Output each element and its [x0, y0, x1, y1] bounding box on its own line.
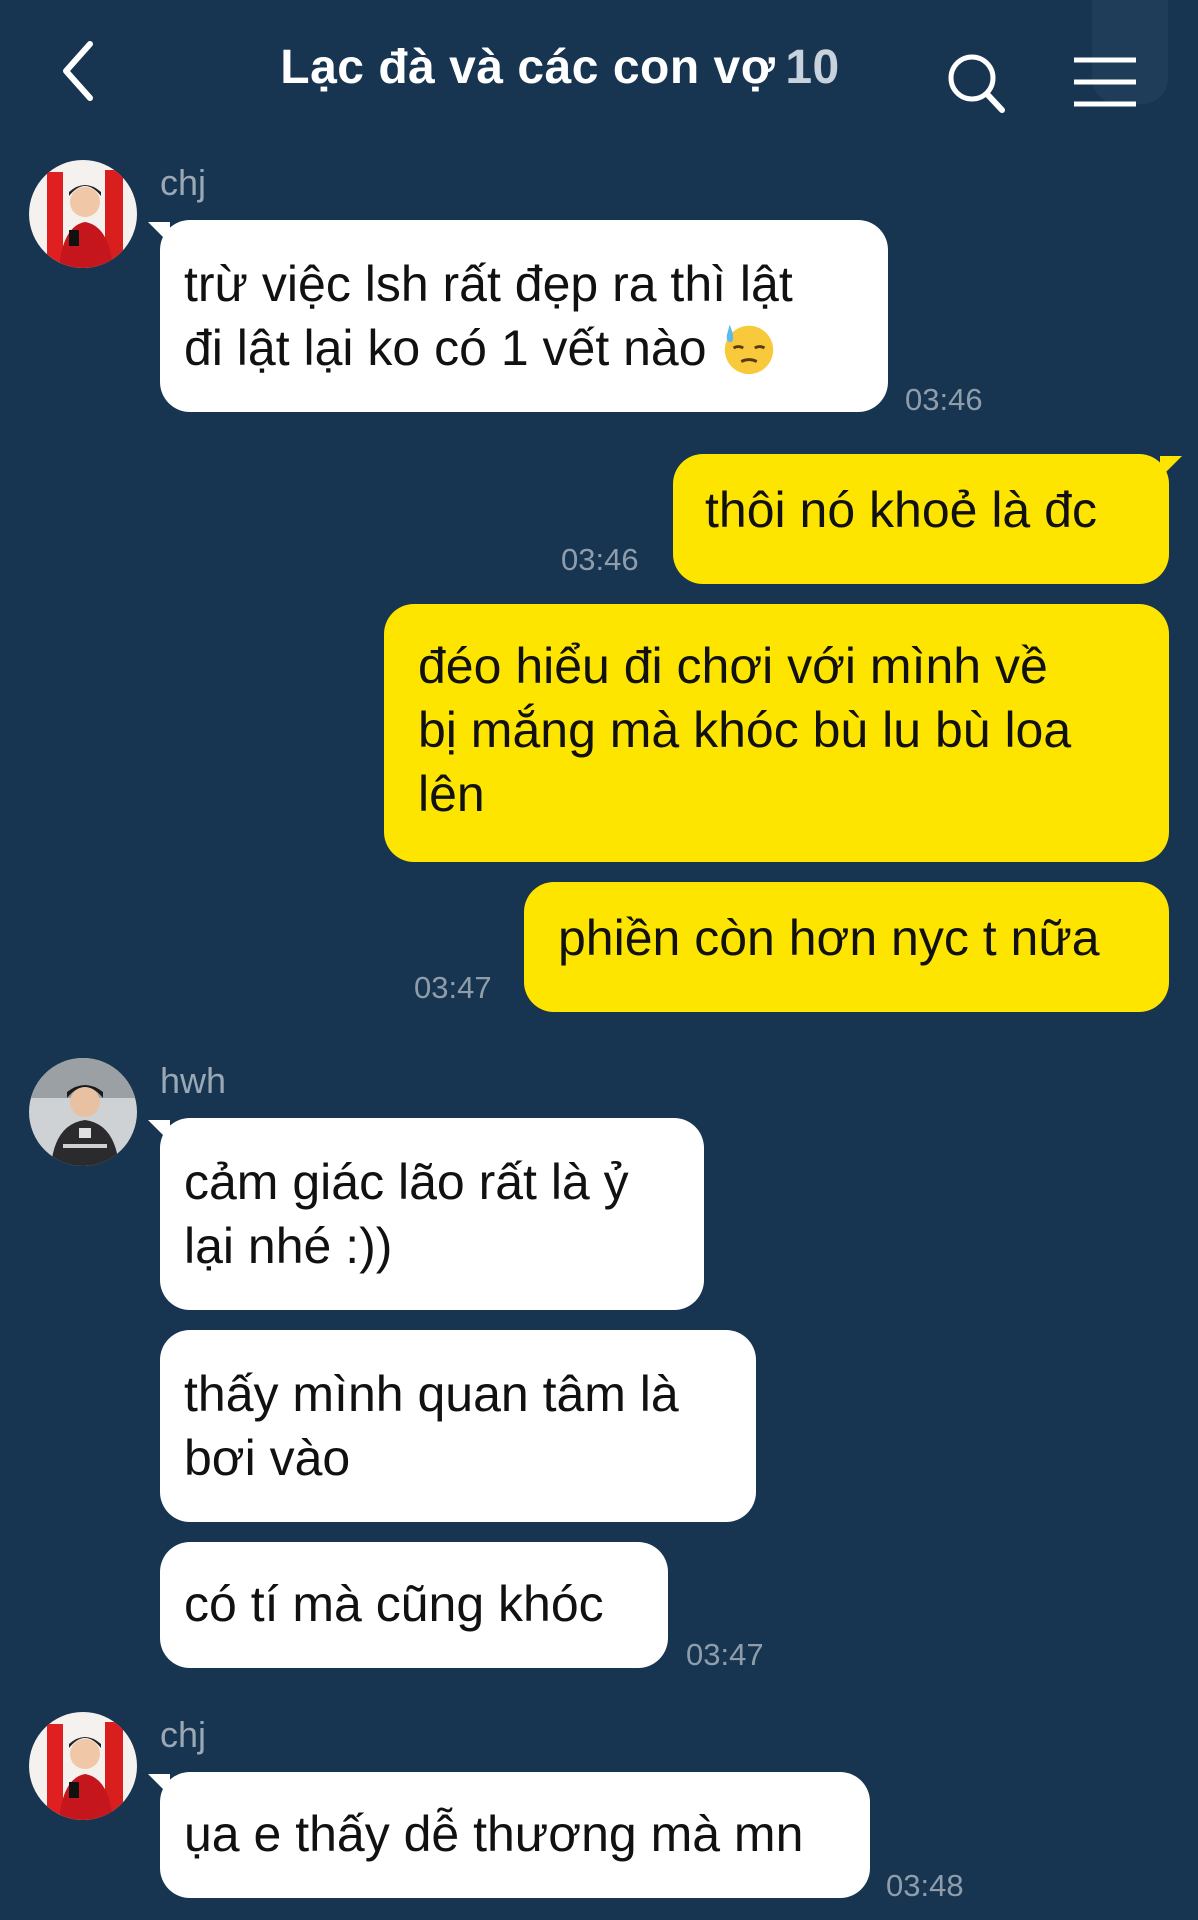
bubble-tail — [1160, 456, 1182, 478]
message-line: đi lật lại ko có 1 vết nào — [184, 316, 864, 381]
message-bubble[interactable]: cảm giác lão rất là ỷ lại nhé :)) — [160, 1118, 704, 1310]
message-line: trừ việc lsh rất đẹp ra thì lật — [184, 256, 793, 312]
downcast-face-with-sweat-icon — [725, 324, 774, 374]
hamburger-menu-icon[interactable] — [1070, 54, 1140, 110]
avatar[interactable] — [29, 1058, 137, 1166]
message-line: lên — [418, 766, 485, 822]
sender-name: hwh — [160, 1060, 227, 1101]
message-bubble[interactable]: có tí mà cũng khóc — [160, 1542, 668, 1668]
chat-title: Lạc đà và các con vợ 10 — [220, 40, 900, 95]
message-line: ụa e thấy dễ thương mà mn — [184, 1806, 804, 1862]
search-icon[interactable] — [942, 48, 1012, 118]
message-bubble[interactable]: thôi nó khoẻ là đc — [673, 454, 1169, 584]
message-bubble[interactable]: thấy mình quan tâm là bơi vào — [160, 1330, 756, 1522]
chat-name: Lạc đà và các con vợ — [280, 41, 776, 94]
message-line: bị mắng mà khóc bù lu bù loa — [418, 702, 1072, 758]
message-line: lại nhé :)) — [184, 1218, 393, 1274]
message-line: đéo hiểu đi chơi với mình về — [418, 638, 1048, 694]
sender-name: chj — [160, 1714, 207, 1755]
chat-header: Lạc đà và các con vợ 10 — [0, 0, 1198, 140]
message-line: thôi nó khoẻ là đc — [705, 482, 1097, 538]
chevron-left-icon[interactable] — [52, 36, 112, 106]
message-bubble[interactable]: trừ việc lsh rất đẹp ra thì lật đi lật l… — [160, 220, 888, 412]
message-line: thấy mình quan tâm là — [184, 1366, 679, 1422]
member-count: 10 — [785, 41, 840, 94]
avatar[interactable] — [29, 1712, 137, 1820]
message-line: cảm giác lão rất là ỷ — [184, 1154, 629, 1210]
message-bubble[interactable]: đéo hiểu đi chơi với mình về bị mắng mà … — [384, 604, 1169, 862]
avatar-image — [29, 1712, 137, 1820]
avatar-image — [29, 160, 137, 268]
message-bubble[interactable]: ụa e thấy dễ thương mà mn — [160, 1772, 870, 1898]
message-time: 03:48 — [886, 1868, 964, 1903]
avatar[interactable] — [29, 160, 137, 268]
message-bubble[interactable]: phiền còn hơn nyc t nữa — [524, 882, 1169, 1012]
sender-name: chj — [160, 162, 207, 203]
message-time: 03:46 — [561, 542, 639, 577]
message-time: 03:47 — [686, 1637, 764, 1672]
avatar-image — [29, 1058, 137, 1166]
message-time: 03:47 — [414, 970, 492, 1005]
message-line: bơi vào — [184, 1430, 351, 1486]
message-time: 03:46 — [905, 382, 983, 417]
message-line: có tí mà cũng khóc — [184, 1576, 604, 1632]
message-line: phiền còn hơn nyc t nữa — [558, 910, 1100, 966]
